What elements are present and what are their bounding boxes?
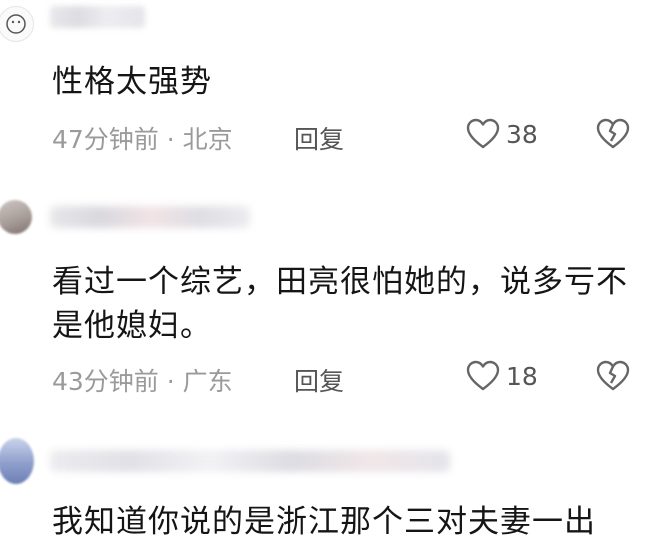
username-blurred[interactable] <box>50 6 145 28</box>
like-button[interactable]: 18 <box>466 360 538 392</box>
comment-time: 47分钟前 <box>52 125 159 154</box>
comment-item: 我知道你说的是浙江那个三对夫妻一出 <box>0 420 660 543</box>
comment-text: 我知道你说的是浙江那个三对夫妻一出 <box>52 504 596 540</box>
dislike-button[interactable] <box>596 118 630 154</box>
username-blurred[interactable] <box>50 206 250 228</box>
like-count: 38 <box>506 119 538 149</box>
broken-heart-icon <box>596 118 630 149</box>
comment-text: 看过一个综艺，田亮很怕她的，说多亏不是他媳妇。 <box>52 264 628 344</box>
meta-separator: · <box>166 367 175 396</box>
reply-button[interactable]: 回复 <box>294 120 344 156</box>
comment-item: 性格太强势 47分钟前 · 北京 回复 38 <box>0 0 660 180</box>
comment-text: 性格太强势 <box>52 64 212 100</box>
avatar[interactable] <box>0 6 34 42</box>
username-blurred[interactable] <box>50 450 450 472</box>
heart-outline-icon <box>466 360 500 391</box>
reply-button[interactable]: 回复 <box>294 362 344 398</box>
like-button[interactable]: 38 <box>466 118 538 150</box>
comment-time: 43分钟前 <box>52 367 159 396</box>
dislike-button[interactable] <box>596 360 630 396</box>
comment-location: 北京 <box>182 125 233 154</box>
broken-heart-icon <box>596 360 630 391</box>
comment-meta: 47分钟前 · 北京 <box>52 120 233 156</box>
like-count: 18 <box>506 361 538 391</box>
avatar[interactable] <box>0 438 34 484</box>
comment-meta: 43分钟前 · 广东 <box>52 362 233 398</box>
meta-separator: · <box>166 125 175 154</box>
avatar[interactable] <box>0 200 32 234</box>
comment-item: 看过一个综艺，田亮很怕她的，说多亏不是他媳妇。 43分钟前 · 广东 回复 18 <box>0 180 660 420</box>
heart-outline-icon <box>466 118 500 149</box>
comment-location: 广东 <box>182 367 233 396</box>
